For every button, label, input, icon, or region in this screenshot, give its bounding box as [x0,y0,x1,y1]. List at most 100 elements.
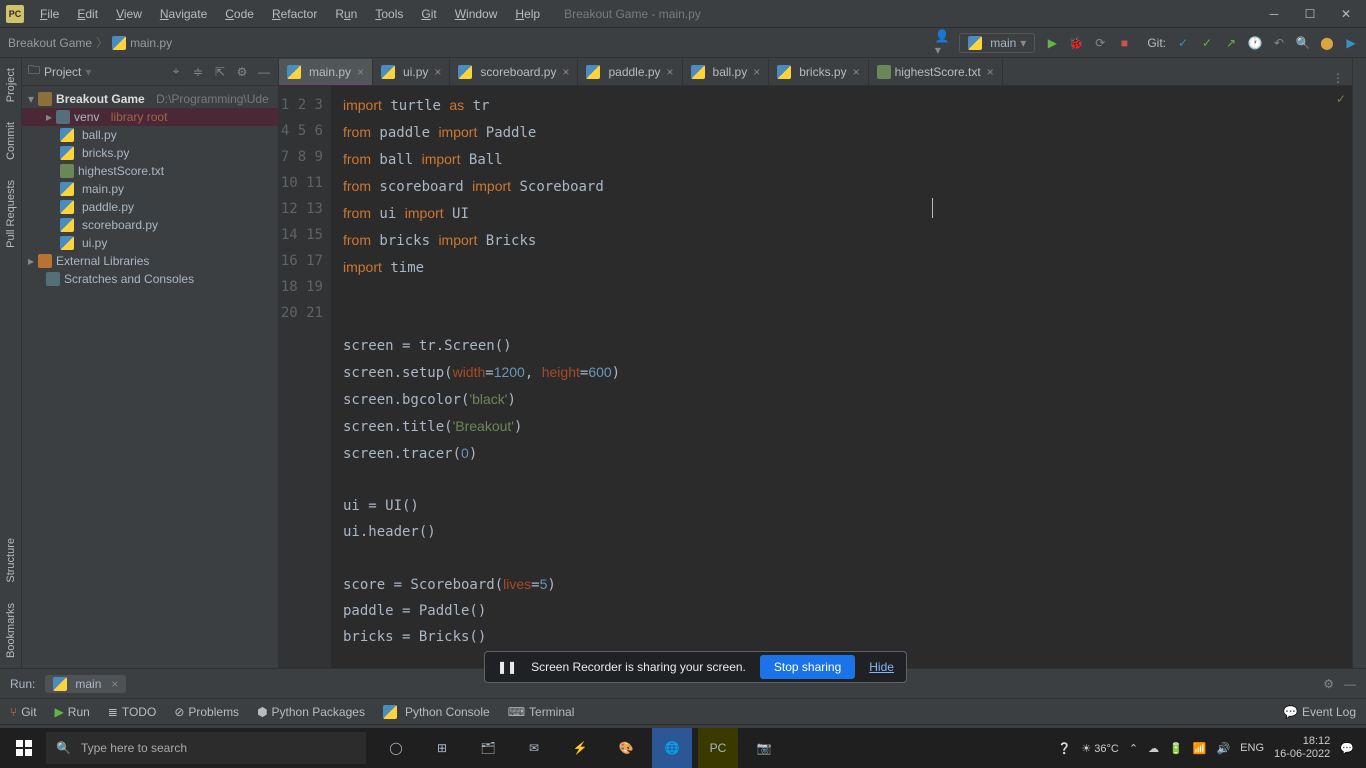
tool-pypackages[interactable]: ⬢Python Packages [257,705,365,719]
git-commit-icon[interactable]: ✓ [1200,36,1214,50]
tool-commit[interactable]: Commit [3,112,19,170]
help-icon[interactable]: ❔ [1058,742,1072,755]
close-icon[interactable]: × [987,65,994,79]
run-anything-icon[interactable]: ▶ [1344,36,1358,50]
tab-main[interactable]: main.py× [279,59,373,85]
tree-root[interactable]: ▾Breakout Game D:\Programming\Ude [22,90,278,108]
tree-file-highscore[interactable]: highestScore.txt [22,162,278,180]
taskbar-search[interactable]: 🔍 Type here to search [46,732,366,764]
tool-pyconsole[interactable]: Python Console [383,705,490,719]
tool-problems[interactable]: ⊘Problems [174,705,239,719]
git-history-icon[interactable]: 🕐 [1248,36,1262,50]
tab-ball[interactable]: ball.py× [683,59,770,85]
tool-bookmarks[interactable]: Bookmarks [3,593,19,668]
menu-edit[interactable]: Edit [69,5,106,23]
tool-terminal[interactable]: ⌨Terminal [508,705,575,719]
run-tab-main[interactable]: main× [45,675,126,693]
hide-panel-icon[interactable]: — [256,64,272,80]
maximize-icon[interactable]: ☐ [1296,4,1324,24]
git-update-icon[interactable]: ✓ [1176,36,1190,50]
menu-code[interactable]: Code [217,5,262,23]
stop-sharing-button[interactable]: Stop sharing [760,655,855,679]
coverage-icon[interactable]: ⟳ [1093,36,1107,50]
edge-icon[interactable]: 🌐 [652,728,692,768]
ide-settings-icon[interactable]: ⬤ [1320,36,1334,50]
menu-navigate[interactable]: Navigate [152,5,215,23]
cortana-icon[interactable]: ⊞ [422,728,462,768]
pycharm-icon[interactable]: PC [698,728,738,768]
close-icon[interactable]: ✕ [1332,4,1360,24]
tool-todo[interactable]: ≣TODO [108,705,157,719]
notifications-icon[interactable]: 💬 [1340,742,1354,755]
tool-eventlog[interactable]: 💬Event Log [1283,705,1356,719]
user-icon[interactable]: 👤▾ [935,36,949,50]
tree-file-bricks[interactable]: bricks.py [22,144,278,162]
tree-file-scoreboard[interactable]: scoreboard.py [22,216,278,234]
tray-chevron-icon[interactable]: ⌃ [1129,742,1138,755]
locate-icon[interactable]: ⌖ [168,64,184,80]
tool-run[interactable]: ▶Run [55,705,90,719]
tree-file-ball[interactable]: ball.py [22,126,278,144]
close-icon[interactable]: × [111,677,118,691]
inspection-ok-icon[interactable]: ✓ [1336,92,1346,106]
menu-refactor[interactable]: Refactor [264,5,325,23]
tree-scratches[interactable]: Scratches and Consoles [22,270,278,288]
tree-file-main[interactable]: main.py [22,180,278,198]
breadcrumb-project[interactable]: Breakout Game [8,36,92,50]
menu-git[interactable]: Git [413,5,444,23]
tab-scoreboard[interactable]: scoreboard.py× [450,59,578,85]
menu-tools[interactable]: Tools [367,5,411,23]
menu-view[interactable]: View [108,5,150,23]
battery-icon[interactable]: 🔋 [1169,742,1183,755]
menu-run[interactable]: Run [327,5,365,23]
menu-file[interactable]: File [32,5,67,23]
wifi-icon[interactable]: 📶 [1193,742,1207,755]
close-icon[interactable]: × [667,65,674,79]
code-editor[interactable]: 1 2 3 4 5 6 7 8 9 10 11 12 13 14 15 16 1… [279,86,1352,668]
gear-icon[interactable]: ⚙ [1323,677,1334,691]
expand-icon[interactable]: ≑ [190,64,206,80]
app-icon[interactable]: 🎨 [606,728,646,768]
volume-icon[interactable]: 🔊 [1216,742,1230,755]
tool-structure[interactable]: Structure [3,528,19,593]
search-icon[interactable]: 🔍 [1296,36,1310,50]
mail-icon[interactable]: ✉ [514,728,554,768]
hide-banner-button[interactable]: Hide [869,660,894,674]
tool-pullrequests[interactable]: Pull Requests [3,170,19,258]
menu-window[interactable]: Window [447,5,506,23]
tab-ui[interactable]: ui.py× [373,59,450,85]
tree-file-paddle[interactable]: paddle.py [22,198,278,216]
tab-highscore[interactable]: highestScore.txt× [869,59,1003,85]
close-icon[interactable]: × [753,65,760,79]
collapse-icon[interactable]: ⇱ [212,64,228,80]
tab-paddle[interactable]: paddle.py× [578,59,682,85]
tab-bricks[interactable]: bricks.py× [769,59,868,85]
task-view-icon[interactable]: ◯ [376,728,416,768]
language-indicator[interactable]: ENG [1240,742,1264,754]
breadcrumb-file[interactable]: main.py [130,36,172,50]
tool-git[interactable]: ⑂Git [10,705,37,719]
run-icon[interactable]: ▶ [1045,36,1059,50]
tab-more-icon[interactable]: ⋮ [1324,71,1352,85]
minimize-icon[interactable]: ─ [1260,4,1288,24]
explorer-icon[interactable]: 🗂 [468,728,508,768]
onedrive-icon[interactable]: ☁ [1148,742,1159,755]
tool-project[interactable]: Project [3,58,19,112]
app-icon[interactable]: ⚡ [560,728,600,768]
git-push-icon[interactable]: ↗ [1224,36,1238,50]
hide-panel-icon[interactable]: — [1344,677,1356,691]
close-icon[interactable]: × [562,65,569,79]
pause-icon[interactable]: ❚❚ [497,660,517,674]
tree-external-libs[interactable]: ▸External Libraries [22,252,278,270]
taskbar-clock[interactable]: 18:1216-06-2022 [1274,735,1330,761]
close-icon[interactable]: × [434,65,441,79]
run-config-selector[interactable]: main ▾ [959,33,1035,53]
stop-icon[interactable]: ■ [1117,36,1131,50]
gear-icon[interactable]: ⚙ [234,64,250,80]
weather-widget[interactable]: ☀ 36°C [1081,742,1119,755]
camera-icon[interactable]: 📷 [744,728,784,768]
git-rollback-icon[interactable]: ↶ [1272,36,1286,50]
tree-venv[interactable]: ▸venv library root [22,108,278,126]
tree-file-ui[interactable]: ui.py [22,234,278,252]
close-icon[interactable]: × [853,65,860,79]
